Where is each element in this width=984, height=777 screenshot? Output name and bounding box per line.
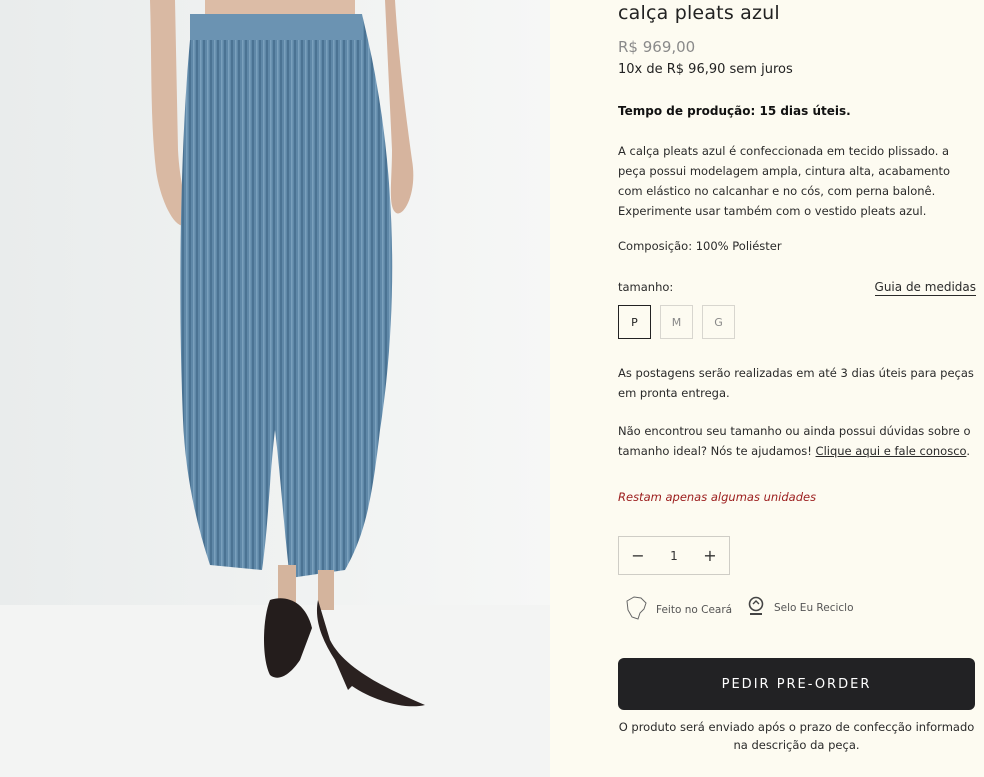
production-time: Tempo de produção: 15 dias úteis. <box>618 104 851 118</box>
decrease-quantity-button[interactable]: − <box>619 537 657 574</box>
size-label: tamanho: <box>618 280 674 294</box>
size-selector: P M G <box>618 305 735 339</box>
size-option-g[interactable]: G <box>702 305 735 339</box>
badge-eu-reciclo: Selo Eu Reciclo <box>746 595 854 620</box>
contact-link[interactable]: Clique aqui e fale conosco <box>816 444 967 458</box>
increase-quantity-button[interactable]: + <box>691 537 729 574</box>
badge-recicle-label: Selo Eu Reciclo <box>774 601 854 614</box>
help-text: Não encontrou seu tamanho ou ainda possu… <box>618 421 976 461</box>
size-guide-link[interactable]: Guia de medidas <box>874 280 976 296</box>
stock-warning: Restam apenas algumas unidades <box>618 490 817 504</box>
size-option-m[interactable]: M <box>660 305 693 339</box>
product-price: R$ 969,00 <box>618 38 696 56</box>
recycle-seal-icon <box>746 595 766 620</box>
product-title: calça pleats azul <box>618 2 780 24</box>
pre-order-button[interactable]: PEDIR PRE-ORDER <box>618 658 975 710</box>
ceara-map-icon <box>624 595 648 624</box>
pre-order-note: O produto será enviado após o prazo de c… <box>618 720 975 752</box>
size-option-p[interactable]: P <box>618 305 651 339</box>
quantity-value[interactable]: 1 <box>670 549 678 563</box>
product-image <box>0 0 550 777</box>
product-composition: Composição: 100% Poliéster <box>618 239 782 253</box>
installments-text: 10x de R$ 96,90 sem juros <box>618 62 793 77</box>
shipping-note: As postagens serão realizadas em até 3 d… <box>618 366 974 400</box>
badge-ceara-label: Feito no Ceará <box>656 603 733 616</box>
product-description: A calça pleats azul é confeccionada em t… <box>618 144 951 218</box>
badge-feito-no-ceara: Feito no Ceará <box>624 595 732 624</box>
help-text-suffix: . <box>966 444 971 458</box>
quantity-stepper: − 1 + <box>618 536 730 575</box>
